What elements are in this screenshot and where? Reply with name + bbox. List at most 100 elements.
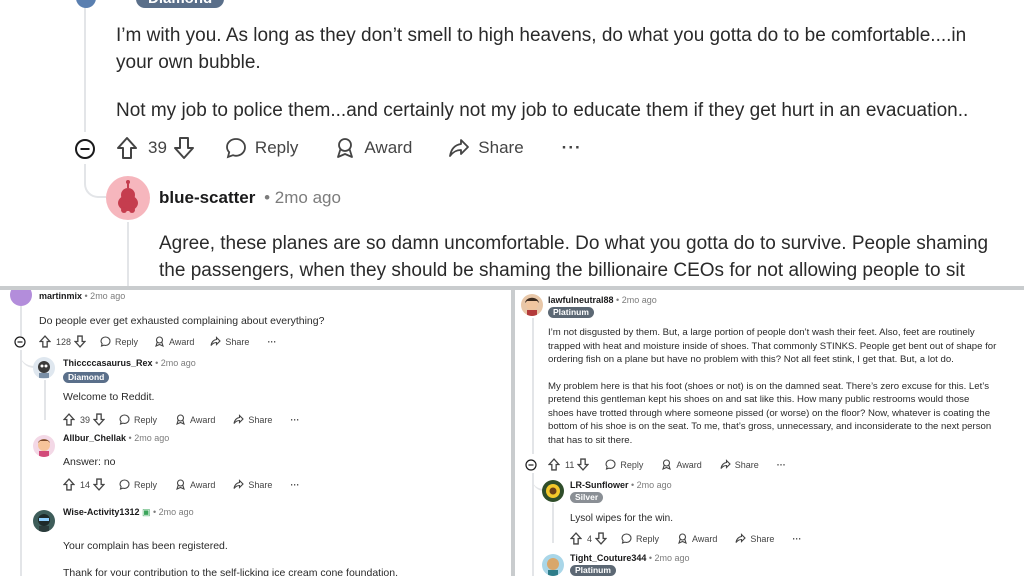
- more-icon[interactable]: ···: [267, 337, 276, 347]
- comment-line: that has to sit there.: [548, 434, 633, 446]
- comment-body: Thank for your contribution to the self-…: [63, 567, 399, 576]
- timestamp: • 2mo ago: [264, 188, 341, 207]
- reply-label: Reply: [636, 533, 660, 544]
- more-icon[interactable]: ···: [290, 415, 299, 425]
- reply-button[interactable]: Reply: [119, 414, 157, 425]
- share-button[interactable]: Share: [210, 336, 249, 347]
- username[interactable]: lawfulneutral88: [548, 295, 614, 305]
- more-icon[interactable]: ···: [562, 138, 582, 158]
- username[interactable]: Thiccccasaurus_Rex: [63, 358, 153, 368]
- username[interactable]: blue-scatter: [159, 188, 255, 207]
- avatar: [542, 480, 564, 502]
- avatar: [10, 290, 32, 306]
- avatar: [106, 176, 150, 220]
- thread-line: [20, 306, 22, 336]
- username[interactable]: Tight_Couture344: [570, 553, 646, 563]
- reply-label: Reply: [134, 479, 158, 490]
- timestamp: • 2mo ago: [128, 433, 170, 443]
- comment-line: shoes have trotted through where someone…: [548, 407, 991, 419]
- user-badge: Diamond: [136, 0, 225, 8]
- username[interactable]: martinmix: [39, 291, 82, 301]
- comment-header: LR-Sunflower • 2mo ago: [570, 480, 672, 490]
- comment-line: your own bubble.: [116, 52, 261, 73]
- downvote-icon[interactable]: [93, 478, 106, 491]
- collapse-icon[interactable]: [525, 459, 537, 471]
- award-label: Award: [169, 336, 195, 347]
- share-label: Share: [248, 414, 273, 425]
- vote-count: 128: [56, 336, 72, 347]
- downvote-icon[interactable]: [595, 532, 608, 545]
- reply-icon: [119, 414, 130, 425]
- upvote-icon[interactable]: [116, 136, 138, 160]
- action-bar: 39 Reply Award Share ···: [116, 136, 582, 160]
- award-label: Award: [676, 459, 702, 470]
- username[interactable]: LR-Sunflower: [570, 480, 629, 490]
- comment-body: Lysol wipes for the win.: [570, 513, 674, 524]
- reply-button[interactable]: Reply: [119, 479, 157, 490]
- award-icon: [661, 459, 672, 470]
- comment-header: Wise-Activity1312 ▣ • 2mo ago: [63, 507, 194, 518]
- upvote-icon[interactable]: [39, 335, 51, 348]
- reply-label: Reply: [254, 138, 299, 157]
- share-button[interactable]: Share: [720, 459, 759, 470]
- timestamp: • 2mo ago: [631, 480, 672, 490]
- timestamp: • 2mo ago: [616, 295, 657, 305]
- reply-button[interactable]: Reply: [225, 137, 298, 159]
- thread-curve: [20, 350, 34, 368]
- reply-button[interactable]: Reply: [605, 459, 643, 470]
- action-bar: 14 Reply Award Share ···: [63, 478, 299, 491]
- comment-header: Thiccccasaurus_Rex • 2mo ago: [63, 358, 196, 368]
- upvote-icon[interactable]: [63, 478, 75, 491]
- award-button[interactable]: Award: [661, 459, 702, 470]
- thread-line: [532, 318, 534, 454]
- share-label: Share: [478, 138, 524, 157]
- award-button[interactable]: Award: [677, 533, 717, 544]
- downvote-icon[interactable]: [577, 458, 590, 471]
- award-button[interactable]: Award: [154, 336, 194, 347]
- share-label: Share: [750, 533, 775, 544]
- reply-icon: [100, 336, 111, 347]
- more-icon[interactable]: ···: [290, 480, 299, 490]
- share-icon: [448, 137, 470, 159]
- award-icon: [175, 414, 186, 425]
- comment-header: Tight_Couture344 • 2mo ago: [570, 553, 690, 563]
- award-label: Award: [364, 138, 413, 157]
- upvote-icon[interactable]: [570, 532, 582, 545]
- comment-header: Allbur_Chellak • 2mo ago: [63, 433, 169, 443]
- award-button[interactable]: Award: [175, 414, 215, 425]
- share-button[interactable]: Share: [735, 533, 774, 544]
- comment-line: the passengers, when they should be sham…: [159, 260, 965, 281]
- award-button[interactable]: Award: [175, 479, 215, 490]
- action-bar: 39 Reply Award Share ···: [63, 413, 299, 426]
- timestamp: • 2mo ago: [84, 291, 126, 301]
- share-button[interactable]: Share: [233, 479, 272, 490]
- upvote-icon[interactable]: [548, 458, 560, 471]
- upvote-icon[interactable]: [63, 413, 75, 426]
- collapse-icon[interactable]: [14, 336, 26, 348]
- downvote-icon[interactable]: [173, 136, 195, 160]
- award-button[interactable]: Award: [334, 137, 412, 159]
- collapse-icon[interactable]: [74, 138, 96, 160]
- reply-icon: [605, 459, 616, 470]
- username[interactable]: Allbur_Chellak: [63, 433, 126, 443]
- downvote-icon[interactable]: [74, 335, 87, 348]
- downvote-icon[interactable]: [93, 413, 106, 426]
- reply-header: blue-scatter • 2mo ago: [159, 188, 341, 208]
- username[interactable]: Wise-Activity1312: [63, 507, 139, 517]
- more-icon[interactable]: ···: [792, 534, 801, 544]
- thread-line: [44, 380, 46, 420]
- avatar: [33, 435, 55, 457]
- reply-icon: [621, 533, 632, 544]
- share-button[interactable]: Share: [233, 414, 272, 425]
- share-button[interactable]: Share: [448, 137, 524, 159]
- share-icon: [735, 533, 747, 544]
- user-badge: Platinum: [548, 307, 594, 318]
- reply-button[interactable]: Reply: [621, 533, 659, 544]
- comment-line: I’m with you. As long as they don’t smel…: [116, 25, 967, 46]
- action-bar: 11 Reply Award Share ···: [548, 458, 786, 471]
- action-bar: 128 Reply Award Share ···: [39, 335, 276, 348]
- avatar: [76, 0, 96, 8]
- share-icon: [233, 479, 245, 490]
- more-icon[interactable]: ···: [777, 460, 786, 470]
- reply-button[interactable]: Reply: [100, 336, 138, 347]
